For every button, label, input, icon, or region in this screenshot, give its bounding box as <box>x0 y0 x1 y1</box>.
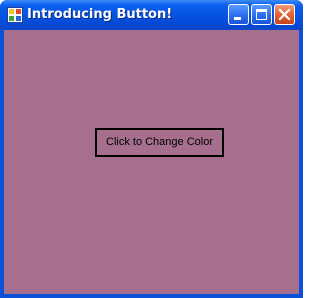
app-icon[interactable] <box>7 7 23 23</box>
app-window: Introducing Button! Click to Change Colo… <box>0 0 303 298</box>
client-area: Click to Change Color <box>4 30 299 294</box>
maximize-icon <box>256 9 267 20</box>
title-bar[interactable]: Introducing Button! <box>0 0 303 30</box>
change-color-button[interactable]: Click to Change Color <box>95 128 224 157</box>
minimize-icon <box>234 17 241 20</box>
window-title: Introducing Button! <box>27 7 173 22</box>
minimize-button[interactable] <box>228 4 249 25</box>
close-button[interactable] <box>274 4 295 25</box>
maximize-button[interactable] <box>251 4 272 25</box>
close-icon <box>278 8 291 21</box>
